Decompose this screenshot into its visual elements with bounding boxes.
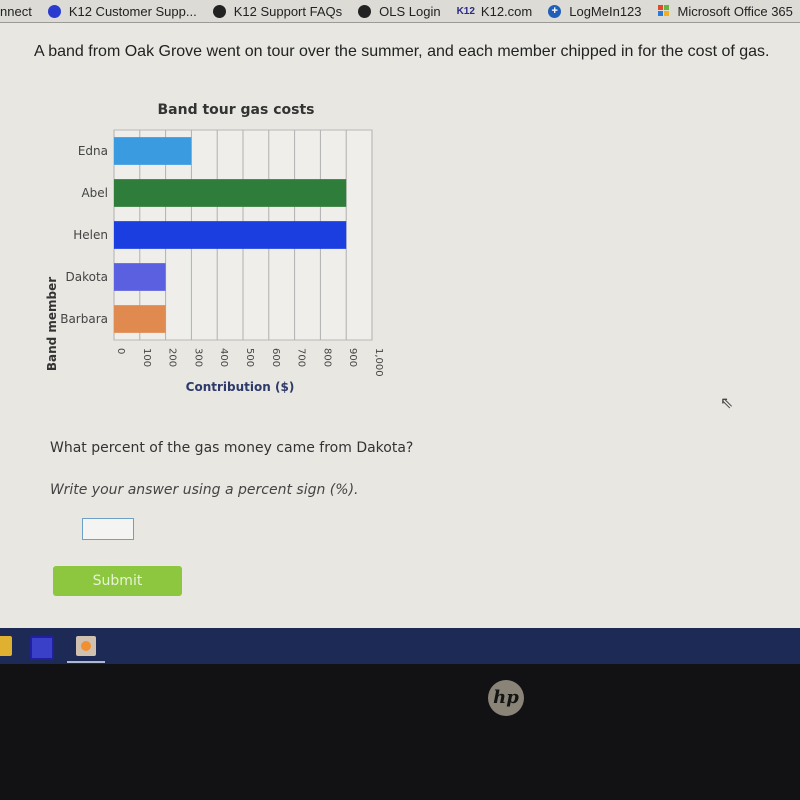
category-label: Helen [73, 228, 108, 242]
bar-edna [114, 137, 192, 165]
x-tick-label: 800 [321, 348, 332, 367]
hp-logo: hp [488, 680, 524, 716]
bar-dakota [114, 263, 166, 291]
bookmark-ols-login[interactable]: OLS Login [358, 3, 441, 19]
bookmark-microsoft-office-365[interactable]: Microsoft Office 365 [657, 3, 793, 19]
bar-chart: Band tour gas costs Band member Contribu… [45, 102, 384, 394]
x-tick-label: 600 [270, 348, 281, 367]
app-icon[interactable] [30, 636, 54, 660]
taskbar [0, 628, 800, 664]
mouse-cursor-icon: ⇖ [720, 393, 734, 412]
globe-icon [358, 4, 372, 18]
bookmark-label: OLS Login [379, 3, 441, 19]
bar-barbara [114, 305, 166, 333]
chart-title: Band tour gas costs [158, 102, 315, 118]
category-label: Dakota [65, 270, 108, 284]
bookmark-label: nnect [0, 3, 32, 19]
bar-helen [114, 221, 347, 249]
globe-icon [212, 4, 226, 18]
plus-circle-icon: + [548, 4, 562, 18]
x-tick-label: 1,000 [373, 348, 384, 377]
browser-viewport: nnect K12 Customer Supp... K12 Support F… [0, 0, 800, 628]
problem-intro: A band from Oak Grove went on tour over … [34, 43, 770, 60]
answer-instruction: Write your answer using a percent sign (… [50, 482, 359, 498]
category-label: Edna [78, 144, 108, 158]
x-tick-label: 300 [192, 348, 203, 367]
bookmark-k12-customer-support[interactable]: K12 Customer Supp... [47, 3, 197, 19]
answer-input[interactable] [82, 518, 134, 540]
k12-customer-icon [47, 4, 61, 18]
bookmark-label: Microsoft Office 365 [677, 3, 793, 19]
bar-abel [114, 179, 347, 207]
microsoft-logo-icon [657, 5, 670, 17]
active-app-indicator [67, 661, 105, 663]
bookmark-connect[interactable]: nnect [0, 4, 32, 19]
x-axis-label: Contribution ($) [186, 380, 295, 394]
bookmark-label: K12 Customer Supp... [68, 3, 197, 19]
y-axis-label: Band member [45, 277, 59, 371]
bookmark-label: K12.com [480, 3, 533, 19]
bookmark-k12-com[interactable]: K12 K12.com [457, 4, 533, 19]
submit-button[interactable]: Submit [53, 566, 182, 596]
x-tick-label: 400 [218, 348, 229, 367]
x-tick-label: 900 [347, 348, 358, 367]
file-explorer-icon[interactable] [0, 636, 12, 656]
x-tick-label: 500 [244, 348, 255, 367]
x-tick-label: 0 [115, 348, 126, 354]
category-label: Barbara [60, 312, 108, 326]
bookmark-label: K12 Support FAQs [233, 3, 343, 19]
category-label: Abel [81, 186, 108, 200]
bookmark-label: LogMeIn123 [569, 3, 642, 19]
bookmark-k12-support-faqs[interactable]: K12 Support FAQs [212, 3, 343, 19]
k12-logo-icon: K12 [456, 5, 475, 17]
media-player-icon[interactable] [76, 636, 96, 656]
bookmark-logmein123[interactable]: + LogMeIn123 [548, 3, 642, 19]
x-tick-label: 200 [167, 348, 178, 367]
x-tick-label: 100 [141, 348, 152, 367]
x-tick-label: 700 [296, 348, 307, 367]
bookmarks-bar: nnect K12 Customer Supp... K12 Support F… [0, 0, 800, 23]
laptop-bezel [0, 664, 800, 800]
question-text: What percent of the gas money came from … [50, 440, 414, 456]
